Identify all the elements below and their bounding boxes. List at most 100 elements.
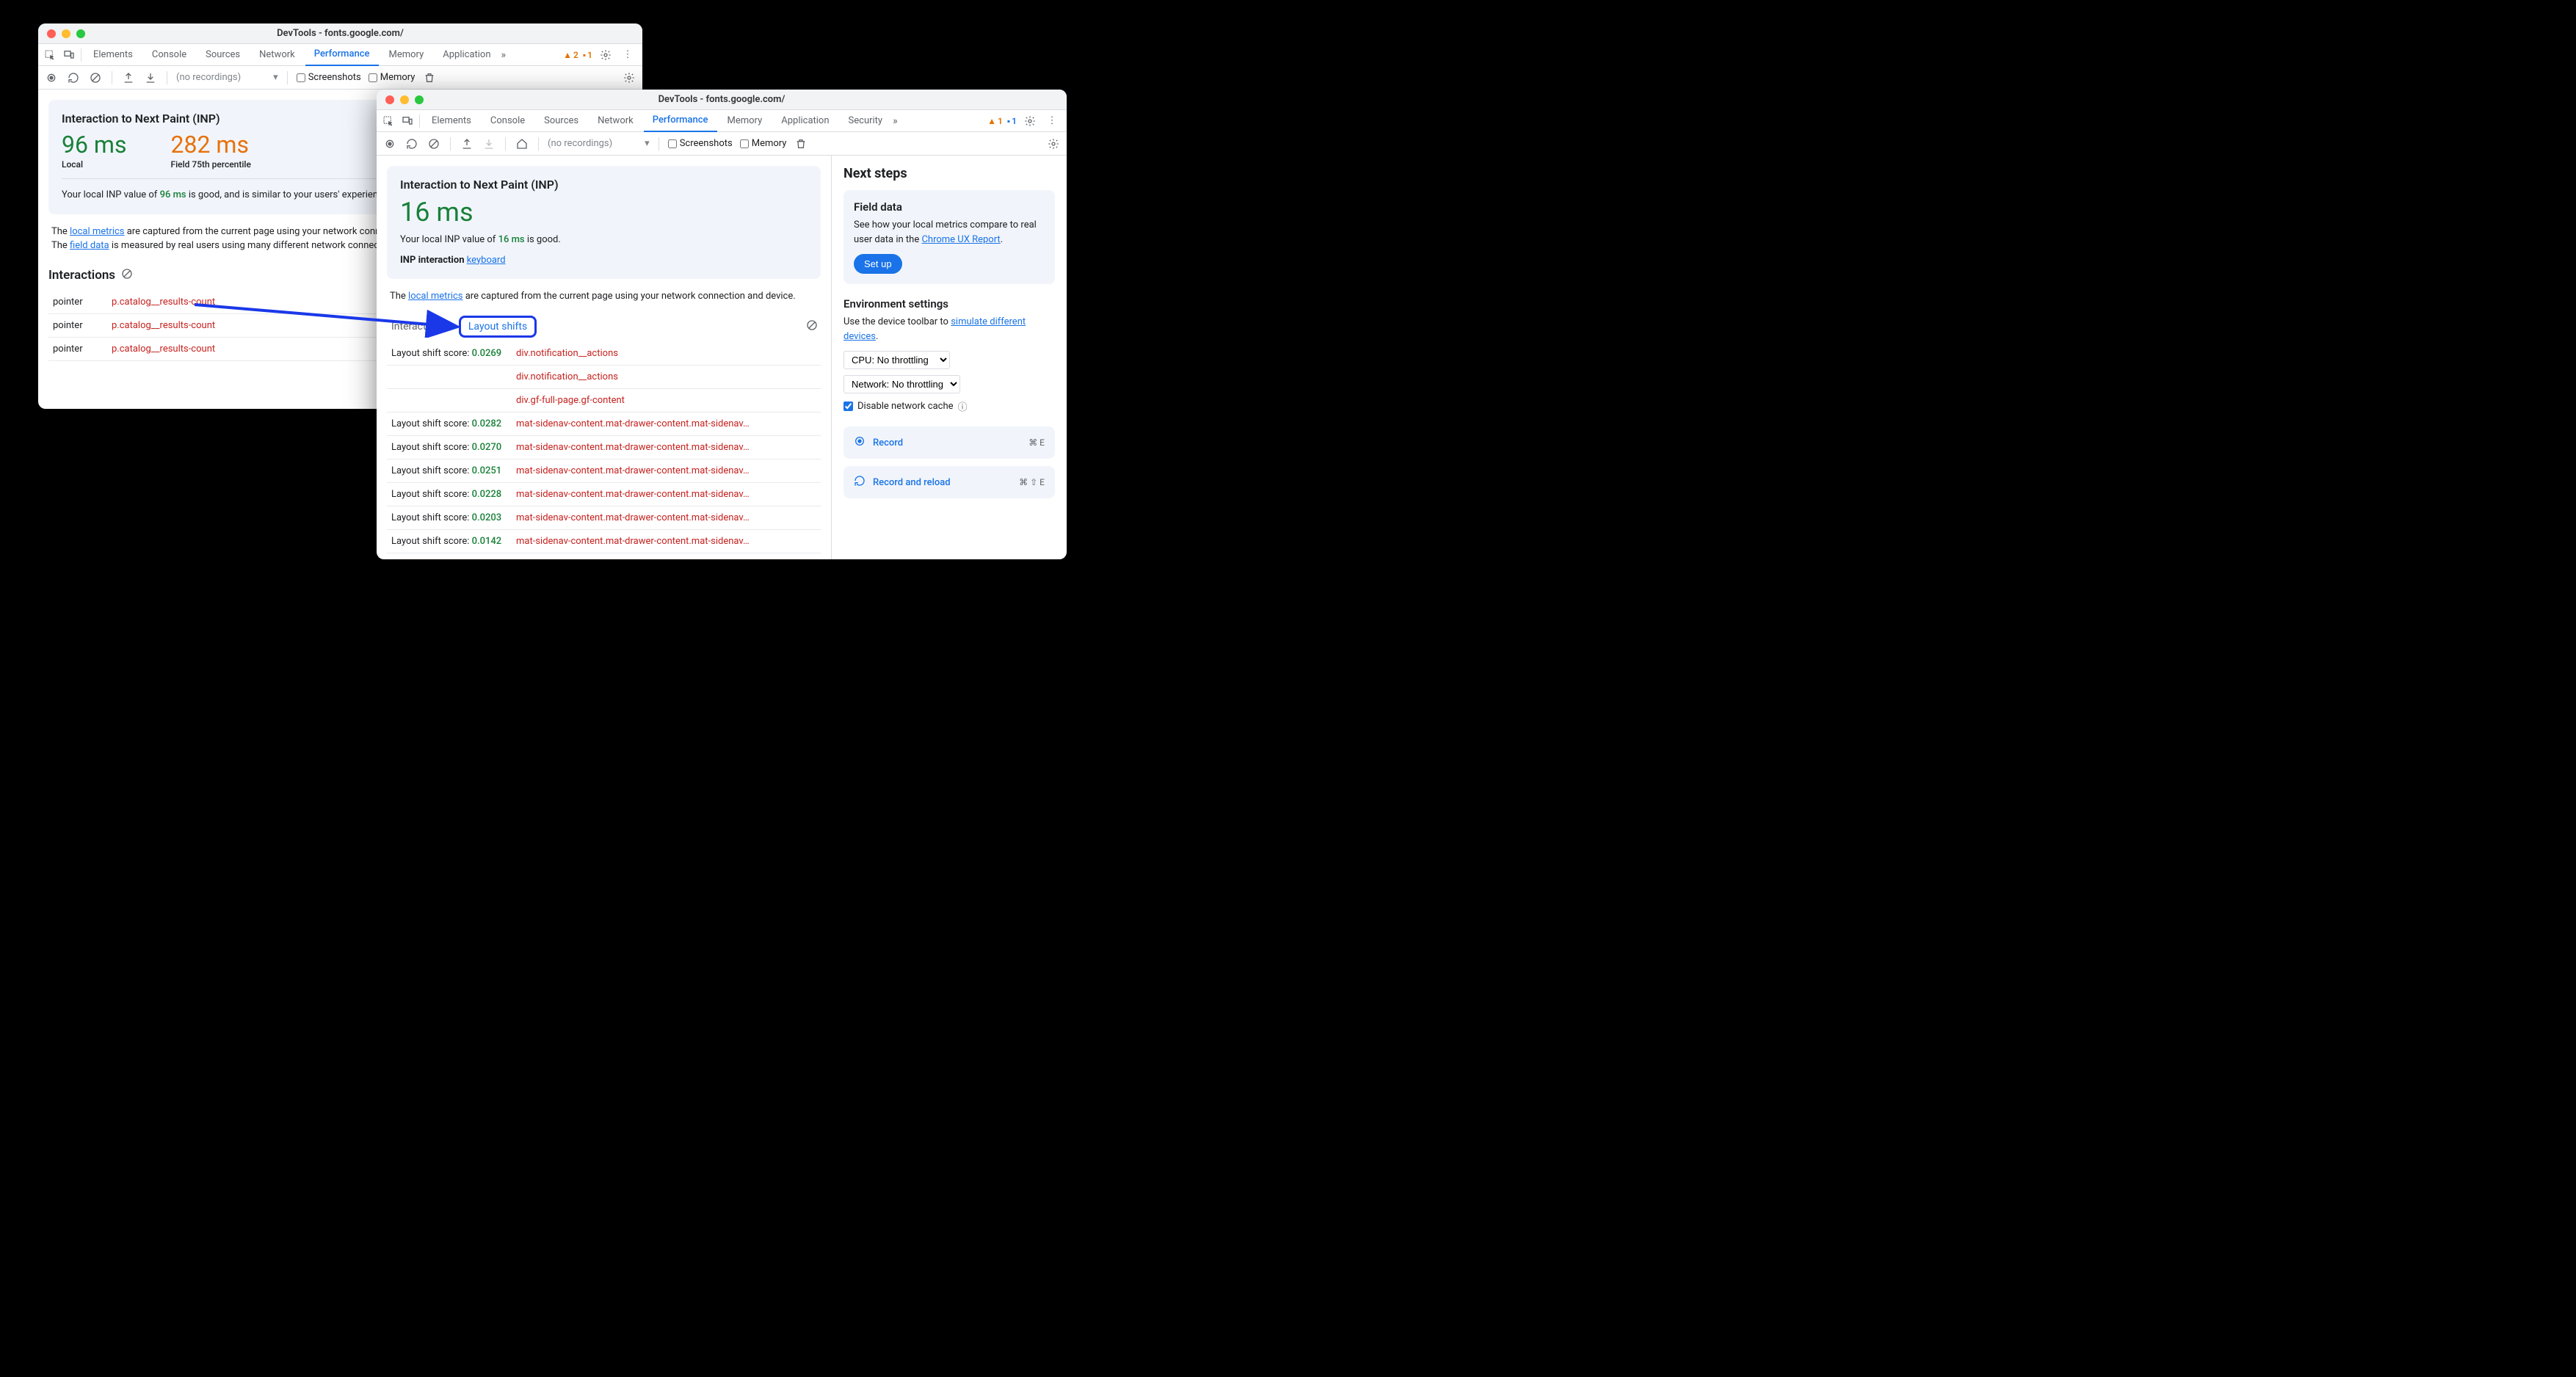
network-throttle-select[interactable]: Network: No throttling <box>843 375 960 393</box>
screenshots-checkbox[interactable]: Screenshots <box>668 138 733 149</box>
trash-icon[interactable] <box>794 137 808 151</box>
close-icon[interactable] <box>47 29 56 38</box>
record-dot-icon <box>854 435 866 450</box>
keyboard-link[interactable]: keyboard <box>467 255 506 266</box>
table-row[interactable]: div.gf-full-page.gf-content <box>387 388 821 412</box>
memory-checkbox[interactable]: Memory <box>369 72 416 83</box>
score-label: Layout shift score: <box>391 418 472 429</box>
issues-badge[interactable]: ▪ 1 <box>583 50 592 60</box>
upload-icon[interactable] <box>121 70 136 85</box>
tab-memory[interactable]: Memory <box>380 44 433 66</box>
record-card[interactable]: Record ⌘ E <box>843 426 1055 459</box>
screenshots-checkbox[interactable]: Screenshots <box>297 72 361 83</box>
zoom-icon[interactable] <box>415 95 424 104</box>
inp-title: Interaction to Next Paint (INP) <box>400 178 808 192</box>
gear-icon[interactable] <box>622 70 636 85</box>
devtools-window-2: DevTools - fonts.google.com/ Elements Co… <box>377 90 1067 559</box>
tab-elements[interactable]: Elements <box>423 110 480 132</box>
score-label: Layout shift score: <box>391 489 472 500</box>
gear-icon[interactable] <box>1046 137 1061 151</box>
subtab-interactions[interactable]: Interactions <box>390 318 447 335</box>
tab-sources[interactable]: Sources <box>535 110 587 132</box>
env-post: . <box>876 331 878 342</box>
tab-network[interactable]: Network <box>250 44 304 66</box>
block-icon[interactable] <box>806 319 818 334</box>
more-tabs-icon[interactable]: » <box>501 49 505 61</box>
tab-network[interactable]: Network <box>589 110 642 132</box>
warnings-badge[interactable]: ▲ 2 <box>563 50 578 60</box>
memory-checkbox[interactable]: Memory <box>740 138 787 149</box>
tab-console[interactable]: Console <box>482 110 534 132</box>
cpu-throttle-select[interactable]: CPU: No throttling <box>843 351 950 369</box>
gear-icon[interactable] <box>1021 110 1039 132</box>
local-metrics-link[interactable]: local metrics <box>408 291 462 302</box>
tab-memory[interactable]: Memory <box>719 110 772 132</box>
tab-security[interactable]: Security <box>840 110 892 132</box>
table-row[interactable]: Layout shift score: 0.0228mat-sidenav-co… <box>387 482 821 506</box>
score-label: Layout shift score: <box>391 348 472 359</box>
disable-cache-checkbox[interactable]: Disable network cache ⓘ <box>843 399 1055 413</box>
download-icon[interactable] <box>482 137 496 151</box>
kebab-icon[interactable]: ⋮ <box>1043 110 1061 132</box>
trash-icon[interactable] <box>422 70 437 85</box>
clear-icon[interactable] <box>88 70 103 85</box>
reload-icon[interactable] <box>404 137 419 151</box>
divider <box>450 137 451 150</box>
main-tabs: Elements Console Sources Network Perform… <box>38 44 642 66</box>
table-row[interactable]: div.notification__actions <box>387 365 821 388</box>
download-icon[interactable] <box>143 70 158 85</box>
table-row[interactable]: Layout shift score: 0.0251mat-sidenav-co… <box>387 459 821 482</box>
tab-elements[interactable]: Elements <box>84 44 142 66</box>
divider <box>538 137 539 150</box>
warnings-badge[interactable]: ▲ 1 <box>987 116 1003 126</box>
minimize-icon[interactable] <box>400 95 409 104</box>
device-icon[interactable] <box>60 44 78 66</box>
row-selector: mat-sidenav-content.mat-drawer-content.m… <box>512 529 821 553</box>
memory-label: Memory <box>380 72 416 83</box>
inspect-icon[interactable] <box>41 44 59 66</box>
tab-application[interactable]: Application <box>434 44 499 66</box>
table-row[interactable]: Layout shift score: 0.0142mat-sidenav-co… <box>387 529 821 553</box>
table-row[interactable]: Layout shift score: 0.0203mat-sidenav-co… <box>387 506 821 529</box>
tab-sources[interactable]: Sources <box>197 44 249 66</box>
record-reload-kbd: ⌘ ⇧ E <box>1019 477 1045 487</box>
recordings-dropdown[interactable]: (no recordings) ▾ <box>176 72 278 83</box>
close-icon[interactable] <box>385 95 394 104</box>
crux-link[interactable]: Chrome UX Report <box>921 234 1000 245</box>
tab-console[interactable]: Console <box>143 44 195 66</box>
record-icon[interactable] <box>382 137 397 151</box>
help-icon[interactable]: ⓘ <box>958 399 968 413</box>
zoom-icon[interactable] <box>76 29 85 38</box>
minimize-icon[interactable] <box>62 29 70 38</box>
record-icon[interactable] <box>44 70 59 85</box>
record-reload-card[interactable]: Record and reload ⌘ ⇧ E <box>843 466 1055 498</box>
env-title: Environment settings <box>843 297 1055 310</box>
clear-icon[interactable] <box>427 137 441 151</box>
table-row[interactable]: Layout shift score: 0.0270mat-sidenav-co… <box>387 435 821 459</box>
table-row[interactable]: Layout shift score: 0.0269div.notificati… <box>387 342 821 366</box>
reload-icon[interactable] <box>66 70 81 85</box>
device-icon[interactable] <box>399 110 416 132</box>
footnote: The local metrics are captured from the … <box>387 289 821 304</box>
recordings-dropdown[interactable]: (no recordings) ▾ <box>548 138 650 149</box>
home-icon[interactable] <box>515 137 529 151</box>
subtab-layout-shifts[interactable]: Layout shifts <box>459 316 537 338</box>
screenshots-label: Screenshots <box>308 72 361 83</box>
issues-badge[interactable]: ▪ 1 <box>1007 116 1017 126</box>
setup-button[interactable]: Set up <box>854 254 902 274</box>
tab-performance[interactable]: Performance <box>644 110 717 132</box>
local-metrics-link[interactable]: local metrics <box>70 226 124 237</box>
upload-icon[interactable] <box>460 137 474 151</box>
tab-application[interactable]: Application <box>772 110 838 132</box>
more-tabs-icon[interactable]: » <box>893 115 896 127</box>
gear-icon[interactable] <box>597 44 614 66</box>
inspect-icon[interactable] <box>380 110 397 132</box>
warn-count: 1 <box>998 116 1003 126</box>
block-icon[interactable] <box>121 268 133 283</box>
fn-post: are captured from the current page using… <box>463 291 796 302</box>
kebab-icon[interactable]: ⋮ <box>619 44 636 66</box>
desc-suffix: is good. <box>525 234 561 245</box>
field-data-link[interactable]: field data <box>70 240 109 251</box>
table-row[interactable]: Layout shift score: 0.0282mat-sidenav-co… <box>387 412 821 435</box>
tab-performance[interactable]: Performance <box>305 44 379 66</box>
